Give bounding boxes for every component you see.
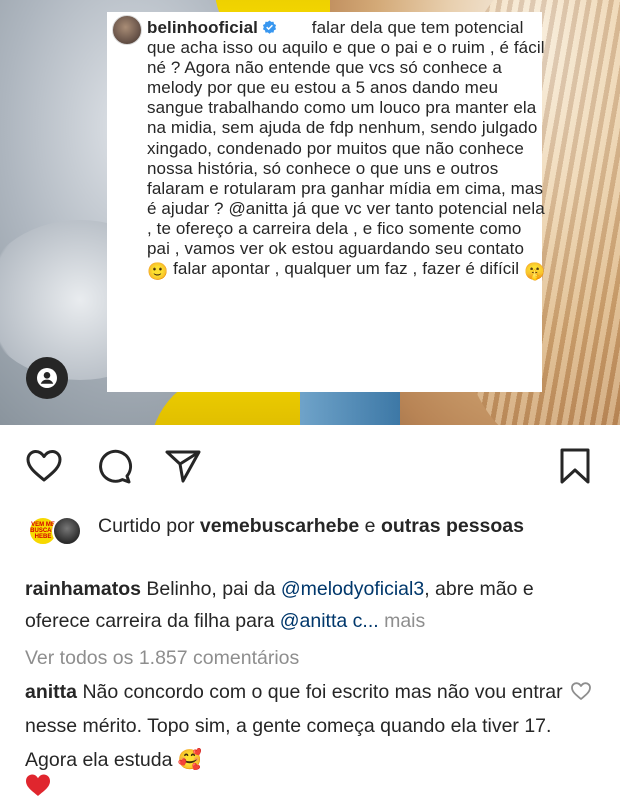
caption-username: belinhooficial (147, 18, 258, 37)
comment-1-mention-2[interactable]: @anitta c... (280, 610, 379, 632)
smile-emoji-icon: 🙂 (147, 262, 169, 282)
red-heart-emoji-icon (25, 773, 51, 797)
bookmark-icon[interactable] (555, 446, 595, 486)
smiling-hearts-emoji-icon: 🥰 (177, 749, 203, 771)
post-image[interactable]: belinhooficial falar dela que tem potenc… (0, 0, 620, 425)
comment-1-more-link[interactable]: mais (384, 610, 425, 632)
post-action-bar (0, 440, 620, 496)
caption-body: falar dela que tem potencial que acha is… (147, 18, 545, 218)
comment-2-username[interactable]: anitta (25, 681, 77, 703)
hush-emoji-icon: 🤫 (523, 262, 546, 282)
verified-badge-icon (262, 20, 277, 34)
caption-avatar (112, 15, 142, 45)
likes-connector: e (364, 515, 376, 537)
caption-body-3: falar apontar , qualquer um faz , fazer … (173, 259, 520, 279)
caption-mention[interactable]: @anitta (228, 199, 288, 218)
view-all-comments-link[interactable]: Ver todos os 1.857 comentários (25, 644, 299, 672)
likes-text: Curtido por vemebuscarhebe e outras pess… (98, 513, 588, 540)
liker-avatars[interactable]: VEM ME BUSCAR HEBE (25, 514, 85, 548)
heart-icon[interactable] (24, 446, 64, 486)
comment-like-heart-icon[interactable] (570, 680, 592, 702)
likes-user-link[interactable]: vemebuscarhebe (200, 515, 359, 537)
caption-text: belinhooficial falar dela que tem potenc… (147, 18, 547, 282)
liker-avatar-2[interactable] (52, 516, 82, 546)
comment-1-text: Belinho, pai da (146, 578, 276, 600)
comment-2: anitta Não concordo com o que foi escrit… (25, 675, 565, 777)
caption-screenshot: belinhooficial falar dela que tem potenc… (107, 12, 545, 392)
comment-icon[interactable] (94, 446, 134, 486)
user-tag-icon[interactable] (26, 357, 68, 399)
likes-prefix: Curtido por (98, 515, 195, 537)
comment-1-mention-1[interactable]: @melodyoficial3 (281, 578, 424, 600)
send-icon[interactable] (163, 446, 203, 486)
comment-1-username[interactable]: rainhamatos (25, 578, 141, 600)
comment-2-text: Não concordo com o que foi escrito mas n… (25, 681, 563, 771)
likes-others-link[interactable]: outras pessoas (381, 515, 524, 537)
comment-1: rainhamatos Belinho, pai da @melodyofici… (25, 573, 595, 637)
